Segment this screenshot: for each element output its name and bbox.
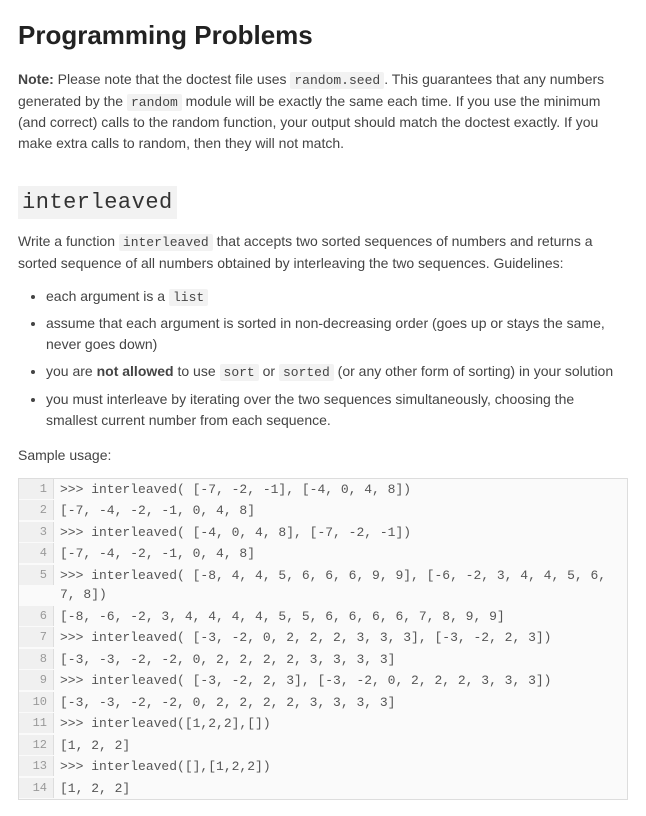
line-number: 7	[19, 627, 54, 647]
code-list: list	[169, 289, 208, 306]
note-paragraph: Note: Please note that the doctest file …	[18, 69, 628, 154]
code-block: 1>>> interleaved( [-7, -2, -1], [-4, 0, …	[18, 478, 628, 801]
line-number: 8	[19, 649, 54, 669]
code-line: >>> interleaved( [-3, -2, 2, 3], [-3, -2…	[54, 670, 627, 692]
code-line: [-8, -6, -2, 3, 4, 4, 4, 4, 5, 5, 6, 6, …	[54, 606, 627, 628]
code-line: >>> interleaved( [-4, 0, 4, 8], [-7, -2,…	[54, 522, 627, 544]
line-number: 3	[19, 522, 54, 542]
list-item: each argument is a list	[46, 286, 628, 308]
line-number: 4	[19, 543, 54, 563]
code-line: [-7, -4, -2, -1, 0, 4, 8]	[54, 500, 627, 522]
code-sort: sort	[220, 364, 259, 381]
note-label: Note:	[18, 71, 54, 87]
line-number: 12	[19, 735, 54, 755]
guidelines-list: each argument is a list assume that each…	[18, 286, 628, 431]
line-number: 2	[19, 500, 54, 520]
line-number: 13	[19, 756, 54, 776]
code-line: >>> interleaved([1,2,2],[])	[54, 713, 627, 735]
section-heading-interleaved: interleaved	[18, 186, 177, 219]
line-number: 10	[19, 692, 54, 712]
code-line: >>> interleaved([],[1,2,2])	[54, 756, 627, 778]
intro-paragraph: Write a function interleaved that accept…	[18, 231, 628, 274]
code-line: [-7, -4, -2, -1, 0, 4, 8]	[54, 543, 627, 565]
line-number: 5	[19, 565, 54, 585]
code-interleaved: interleaved	[119, 234, 213, 251]
sample-usage-label: Sample usage:	[18, 445, 628, 466]
code-sorted: sorted	[279, 364, 334, 381]
line-number: 9	[19, 670, 54, 690]
code-line: [1, 2, 2]	[54, 735, 627, 757]
not-allowed-label: not allowed	[97, 363, 174, 379]
page-title: Programming Problems	[18, 16, 628, 55]
line-number: 1	[19, 479, 54, 499]
code-random: random	[127, 94, 182, 111]
code-random-seed: random.seed	[290, 72, 384, 89]
line-number: 11	[19, 713, 54, 733]
code-line: >>> interleaved( [-8, 4, 4, 5, 6, 6, 6, …	[54, 565, 627, 606]
list-item: assume that each argument is sorted in n…	[46, 313, 628, 355]
list-item: you must interleave by iterating over th…	[46, 389, 628, 431]
line-number: 6	[19, 606, 54, 626]
code-line: [-3, -3, -2, -2, 0, 2, 2, 2, 2, 3, 3, 3,…	[54, 649, 627, 671]
list-item: you are not allowed to use sort or sorte…	[46, 361, 628, 383]
line-number: 14	[19, 778, 54, 798]
code-line: [1, 2, 2]	[54, 778, 627, 800]
code-line: >>> interleaved( [-7, -2, -1], [-4, 0, 4…	[54, 479, 627, 501]
code-line: >>> interleaved( [-3, -2, 0, 2, 2, 2, 3,…	[54, 627, 627, 649]
code-line: [-3, -3, -2, -2, 0, 2, 2, 2, 2, 3, 3, 3,…	[54, 692, 627, 714]
